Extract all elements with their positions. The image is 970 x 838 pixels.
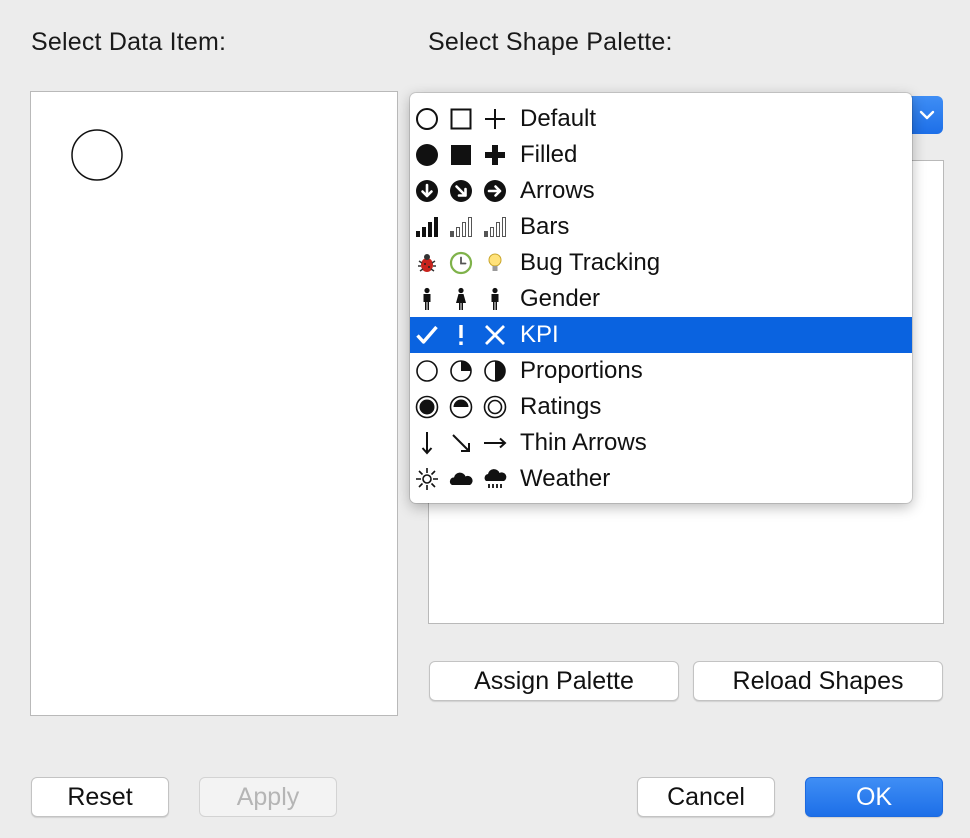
pie-half-icon (478, 353, 512, 389)
rating-ring-icon (478, 389, 512, 425)
reset-button[interactable]: Reset (31, 777, 169, 817)
menu-item-icons (410, 425, 520, 461)
thin-arrow-right-icon (478, 425, 512, 461)
menu-item-icons (410, 353, 520, 389)
pie-empty-icon (410, 353, 444, 389)
cloud-icon (444, 461, 478, 497)
menu-item-icons (410, 281, 520, 317)
menu-item-icons (410, 461, 520, 497)
check-icon (410, 317, 444, 353)
arrow-downright-circle-icon (444, 173, 478, 209)
arrow-down-circle-icon (410, 173, 444, 209)
menu-item-default[interactable]: Default (410, 101, 912, 137)
menu-item-label: Proportions (520, 357, 643, 384)
reload-shapes-button[interactable]: Reload Shapes (693, 661, 943, 701)
menu-item-label: Default (520, 105, 597, 132)
apply-button[interactable]: Apply (199, 777, 337, 817)
square-filled-icon (444, 137, 478, 173)
thin-arrow-downright-icon (444, 425, 478, 461)
menu-item-label: Thin Arrows (520, 429, 647, 456)
menu-item-filled[interactable]: Filled (410, 137, 912, 173)
pie-quarter-icon (444, 353, 478, 389)
lightbulb-icon (478, 245, 512, 281)
ok-button[interactable]: OK (805, 777, 943, 817)
bars-partial-icon (478, 209, 512, 245)
male-icon (478, 281, 512, 317)
menu-item-gender[interactable]: Gender (410, 281, 912, 317)
menu-item-label: Arrows (520, 177, 595, 204)
rating-full-icon (410, 389, 444, 425)
plus-thin-icon (478, 101, 512, 137)
menu-item-label: Bars (520, 213, 570, 240)
circle-outline-icon (410, 101, 444, 137)
menu-item-icons (410, 317, 520, 353)
sun-icon (410, 461, 444, 497)
cancel-button[interactable]: Cancel (637, 777, 775, 817)
plus-filled-icon (478, 137, 512, 173)
select-data-item-label: Select Data Item: (31, 28, 227, 56)
circle-filled-icon (410, 137, 444, 173)
shape-palette-menu[interactable]: Default Filled Arrows Bars Bug Tracking Gende… (410, 93, 912, 503)
male-icon (410, 281, 444, 317)
menu-item-icons (410, 101, 520, 137)
menu-item-arrows[interactable]: Arrows (410, 173, 912, 209)
bars-partial-icon (444, 209, 478, 245)
circle-outline-icon[interactable] (70, 128, 130, 188)
clock-icon (444, 245, 478, 281)
menu-item-thin-arrows[interactable]: Thin Arrows (410, 425, 912, 461)
menu-item-label: Ratings (520, 393, 602, 420)
rating-half-icon (444, 389, 478, 425)
thin-arrow-down-icon (410, 425, 444, 461)
menu-item-label: Weather (520, 465, 611, 492)
chevron-down-icon (919, 110, 934, 120)
palette-dropdown-button[interactable] (910, 96, 943, 134)
menu-item-icons (410, 173, 520, 209)
select-shape-palette-label: Select Shape Palette: (428, 28, 673, 56)
menu-item-label: Gender (520, 285, 601, 312)
menu-item-label: KPI (520, 321, 559, 348)
bars-full-icon (410, 209, 444, 245)
female-icon (444, 281, 478, 317)
menu-item-bars[interactable]: Bars (410, 209, 912, 245)
menu-item-icons (410, 389, 520, 425)
menu-item-bug-tracking[interactable]: Bug Tracking (410, 245, 912, 281)
square-outline-icon (444, 101, 478, 137)
exclamation-icon (444, 317, 478, 353)
data-item-list[interactable] (30, 91, 398, 716)
rain-cloud-icon (478, 461, 512, 497)
menu-item-icons (410, 245, 520, 281)
menu-item-weather[interactable]: Weather (410, 461, 912, 497)
menu-item-icons (410, 137, 520, 173)
assign-palette-button[interactable]: Assign Palette (429, 661, 679, 701)
menu-item-icons (410, 209, 520, 245)
menu-item-label: Filled (520, 141, 578, 168)
menu-item-proportions[interactable]: Proportions (410, 353, 912, 389)
menu-item-kpi[interactable]: KPI (410, 317, 912, 353)
bug-icon (410, 245, 444, 281)
menu-item-ratings[interactable]: Ratings (410, 389, 912, 425)
arrow-right-circle-icon (478, 173, 512, 209)
menu-item-label: Bug Tracking (520, 249, 661, 276)
x-icon (478, 317, 512, 353)
